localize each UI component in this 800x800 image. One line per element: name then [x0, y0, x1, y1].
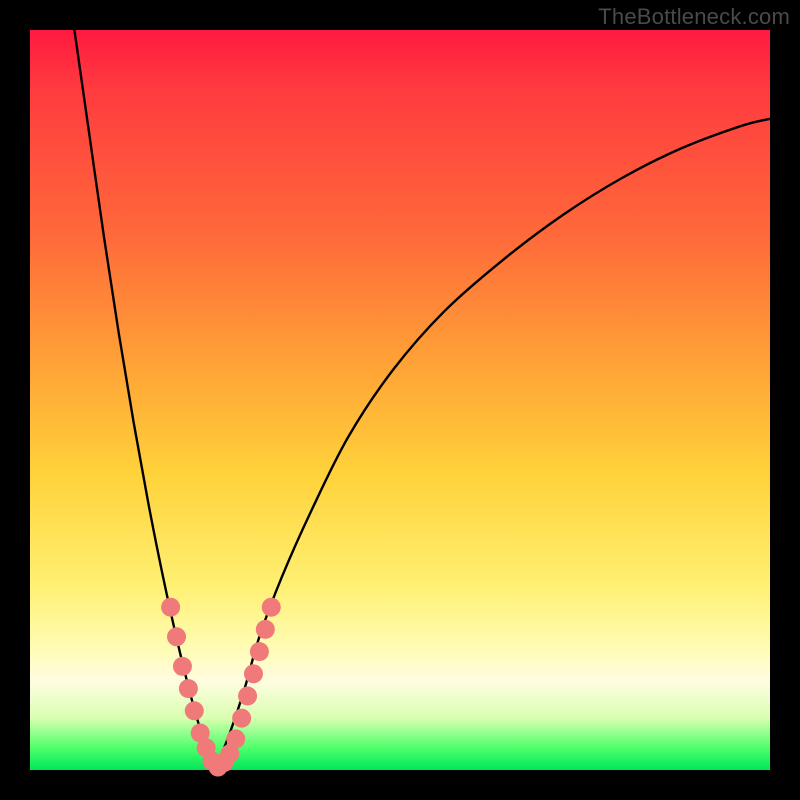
data-marker: [179, 679, 198, 698]
data-marker: [167, 627, 186, 646]
data-marker: [161, 598, 180, 617]
watermark-text: TheBottleneck.com: [598, 4, 790, 30]
data-marker: [226, 729, 245, 748]
chart-svg: [30, 30, 770, 770]
data-marker: [256, 620, 275, 639]
data-marker: [185, 701, 204, 720]
plot-area: [30, 30, 770, 770]
chart-frame: TheBottleneck.com: [0, 0, 800, 800]
data-marker: [250, 642, 269, 661]
data-marker: [173, 657, 192, 676]
data-marker: [232, 709, 251, 728]
curve-left-branch: [74, 30, 215, 770]
curve-right-branch: [215, 119, 770, 770]
data-marker: [262, 598, 281, 617]
marker-group: [161, 598, 281, 777]
data-marker: [238, 687, 257, 706]
data-marker: [244, 664, 263, 683]
